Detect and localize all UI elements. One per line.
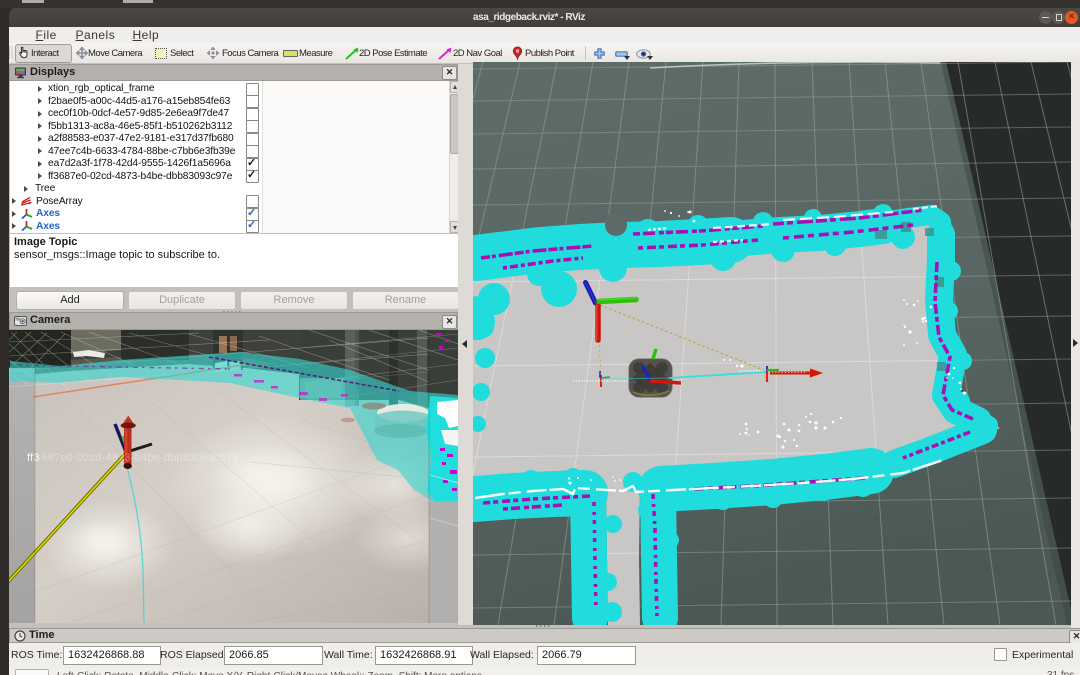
svg-text:ff3: ff3 xyxy=(27,452,40,464)
svg-text:687e0-02cd-4873-b4be-dbb83093c: 687e0-02cd-4873-b4be-dbb83093c97e xyxy=(42,452,239,464)
